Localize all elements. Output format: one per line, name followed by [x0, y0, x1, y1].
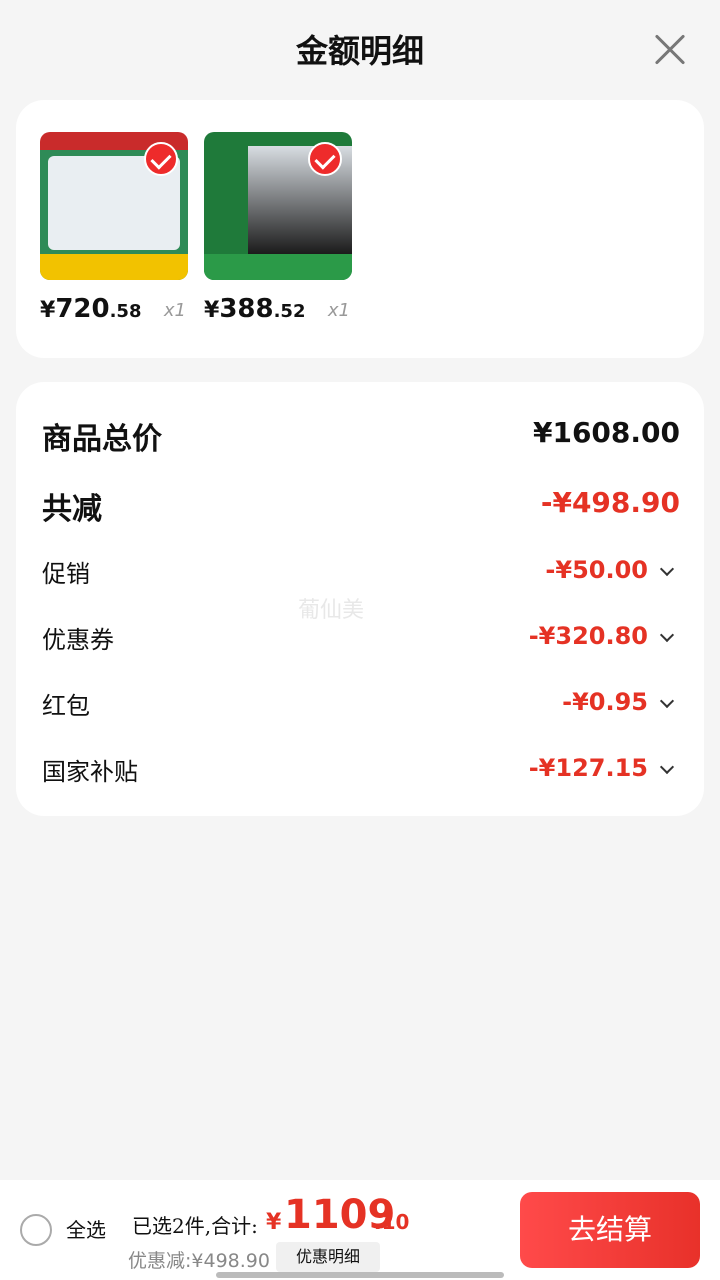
currency-symbol: ¥ [204, 298, 220, 323]
coupon-value: -¥320.80 [528, 622, 648, 650]
price-integer: 388 [219, 294, 274, 324]
chevron-down-icon[interactable] [659, 759, 675, 775]
subsidy-label: 国家补贴 [42, 758, 138, 786]
coupon-label: 优惠券 [42, 626, 114, 654]
chevron-down-icon[interactable] [659, 627, 675, 643]
chevron-down-icon[interactable] [659, 693, 675, 709]
promotion-value: -¥50.00 [545, 556, 648, 584]
select-all-label[interactable]: 全选 [66, 1214, 106, 1243]
promotion-label: 促销 [42, 560, 90, 588]
select-all-radio-icon[interactable] [20, 1214, 52, 1246]
check-icon[interactable] [144, 142, 178, 176]
products-card: ¥720.58 x1 ¥388.52 x1 [16, 100, 704, 358]
total-discount-value: -¥498.90 [540, 486, 680, 519]
total-price-row: 商品总价 ¥1608.00 [42, 414, 680, 458]
total-price-label: 商品总价 [42, 422, 162, 457]
total-amount-decimal: .10 [374, 1210, 410, 1234]
coupon-row[interactable]: 优惠券 -¥320.80 [42, 620, 680, 664]
product-image[interactable] [40, 132, 188, 280]
total-discount-label: 共减 [42, 492, 102, 527]
subsidy-row[interactable]: 国家补贴 -¥127.15 [42, 752, 680, 796]
discount-summary: 优惠减:¥498.90 [128, 1250, 270, 1272]
price-decimal: .52 [273, 301, 306, 322]
price-integer: 720 [55, 294, 110, 324]
check-icon[interactable] [308, 142, 342, 176]
total-price-value: ¥1608.00 [532, 416, 680, 449]
total-currency-symbol: ¥ [266, 1210, 282, 1235]
chevron-down-icon[interactable] [659, 561, 675, 577]
checkout-bar: 全选 已选2件,合计: ¥ 1109 .10 优惠减:¥498.90 优惠明细 … [0, 1180, 720, 1280]
product-image[interactable] [204, 132, 352, 280]
discount-detail-button[interactable]: 优惠明细 [276, 1242, 380, 1272]
red-packet-label: 红包 [42, 692, 90, 720]
product-item[interactable]: ¥720.58 x1 [40, 132, 190, 334]
red-packet-value: -¥0.95 [562, 688, 648, 716]
summary-card: 商品总价 ¥1608.00 共减 -¥498.90 促销 -¥50.00 葡仙美… [16, 382, 704, 816]
home-indicator[interactable] [216, 1272, 504, 1278]
close-icon[interactable] [648, 28, 692, 72]
product-price-row: ¥388.52 x1 [204, 294, 354, 334]
checkout-button[interactable]: 去结算 [520, 1192, 700, 1268]
header-bar: 金额明细 [0, 0, 720, 96]
red-packet-row[interactable]: 红包 -¥0.95 [42, 686, 680, 730]
price-decimal: .58 [109, 301, 142, 322]
subsidy-value: -¥127.15 [528, 754, 648, 782]
product-price-row: ¥720.58 x1 [40, 294, 190, 334]
total-discount-row: 共减 -¥498.90 [42, 484, 680, 528]
quantity: x1 [327, 300, 350, 321]
currency-symbol: ¥ [40, 298, 56, 323]
product-item[interactable]: ¥388.52 x1 [204, 132, 354, 334]
quantity: x1 [163, 300, 186, 321]
page-title: 金额明细 [295, 32, 424, 70]
selected-count-text: 已选2件,合计: [132, 1214, 258, 1238]
